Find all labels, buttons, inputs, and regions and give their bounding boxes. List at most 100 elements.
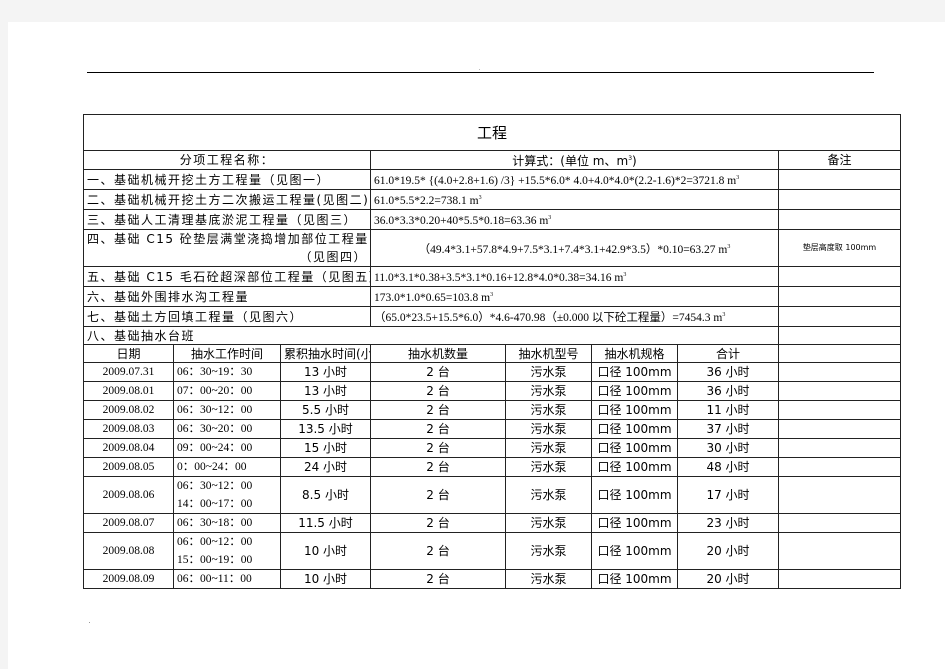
unit-superscript: 3: [490, 292, 494, 298]
pump-remark: [777, 476, 902, 514]
pump-remark: [777, 569, 902, 589]
pump-model: 污水泵: [505, 381, 592, 401]
quantity-item-row: 四、基础 C15 砼垫层满堂浇捣增加部位工程量 （见图四） （49.4*3.1+57…: [83, 229, 902, 267]
quantity-item-row: 六、基础外围排水沟工程量 173.0*1.0*0.65=103.8 m3: [83, 286, 902, 307]
time-range: 06：30~20：00: [177, 423, 253, 435]
pump-model: 污水泵: [505, 476, 592, 514]
pump-remark: [777, 513, 902, 533]
pump-column-header: 抽水工作时间: [173, 344, 281, 363]
pump-total-hours: 11 小时: [677, 400, 779, 420]
time-range: 06：30~12：00: [177, 404, 253, 416]
pump-work-time: 06：30~12：00 14：00~17：00: [173, 476, 281, 514]
pump-column-header: 合计: [677, 344, 779, 363]
pump-remark: [777, 381, 902, 401]
item-remark: [777, 209, 902, 230]
pump-date: 2009.08.04: [83, 438, 174, 458]
item-formula: 36.0*3.3*0.20+40*5.5*0.18=63.36 m3: [370, 209, 779, 230]
pump-cumulative-hours: 8.5 小时: [280, 476, 371, 514]
item-formula: 61.0*5.5*2.2=738.1 m3: [370, 189, 779, 210]
pump-work-time: 0：00~24：00: [173, 457, 281, 477]
pump-remark: [777, 419, 902, 439]
unit-superscript: 3: [736, 175, 740, 181]
item-name-line1: 四、基础 C15 砼垫层满堂浇捣增加部位工程量: [87, 232, 369, 246]
pump-column-header: 抽水机数量: [370, 344, 506, 363]
pump-count: 2 台: [370, 362, 506, 382]
pump-date: 2009.08.09: [83, 569, 174, 589]
quantity-item-row: 七、基础土方回填工程量（见图六） （65.0*23.5+15.5*6.0）*4.6…: [83, 306, 902, 327]
pump-log-row: 2009.08.02 06：30~12：00 5.5 小时 2 台污水泵 口径 100m…: [83, 400, 902, 420]
pump-spec: 口径 100mm: [591, 513, 678, 533]
time-range: 09：00~24：00: [177, 442, 253, 454]
formula-text: （49.4*3.1+57.8*4.9+7.5*3.1+7.4*3.1+42.9*…: [418, 243, 728, 256]
pump-cumulative-hours: 13 小时: [280, 362, 371, 382]
pump-cumulative-hours: 15 小时: [280, 438, 371, 458]
pump-log-row: 2009.08.07 06：30~18：00 11.5 小时 2 台污水泵 口径 100…: [83, 513, 902, 533]
pump-count: 2 台: [370, 532, 506, 570]
pump-log-row: 2009.08.09 06：00~11：00 10 小时 2 台污水泵 口径 100mm…: [83, 569, 902, 589]
pump-count: 2 台: [370, 381, 506, 401]
pump-total-hours: 48 小时: [677, 457, 779, 477]
pump-spec: 口径 100mm: [591, 457, 678, 477]
title-row: 工程: [82, 114, 902, 151]
pump-count: 2 台: [370, 457, 506, 477]
item-name: 六、基础外围排水沟工程量: [83, 286, 371, 307]
time-range: 0：00~24：00: [177, 461, 247, 473]
pump-column-header: 日期: [83, 344, 174, 363]
pump-total-hours: 36 小时: [677, 362, 779, 382]
item-formula: 11.0*3.1*0.38+3.5*3.1*0.16+12.8*4.0*0.38…: [370, 266, 779, 287]
pump-count: 2 台: [370, 569, 506, 589]
pump-total-hours: 30 小时: [677, 438, 779, 458]
formula-text: 11.0*3.1*0.38+3.5*3.1*0.16+12.8*4.0*0.38…: [374, 272, 624, 284]
unit-superscript: 3: [722, 312, 726, 318]
item-name: 二、基础机械开挖土方二次搬运工程量(见图二): [83, 189, 371, 210]
formula-text: 61.0*19.5* {(4.0+2.8+1.6) /3} +15.5*6.0*…: [374, 175, 737, 187]
item-formula: 61.0*19.5* {(4.0+2.8+1.6) /3} +15.5*6.0*…: [370, 169, 779, 190]
pump-work-time: 06：30~20：00: [173, 419, 281, 439]
formula-text: 173.0*1.0*0.65=103.8 m: [374, 292, 491, 304]
pump-work-time: 06：30~12：00: [173, 400, 281, 420]
pump-spec: 口径 100mm: [591, 362, 678, 382]
pump-total-hours: 17 小时: [677, 476, 779, 514]
item-formula: 173.0*1.0*0.65=103.8 m3: [370, 286, 779, 307]
column-header-row: 分项工程名称： 计算式：(单位 m、m3) 备注: [83, 150, 902, 170]
quantity-item-row: 二、基础机械开挖土方二次搬运工程量(见图二) 61.0*5.5*2.2=738.1…: [83, 189, 902, 210]
pump-log-row: 2009.08.03 06：30~20：00 13.5 小时 2 台污水泵 口径 100…: [83, 419, 902, 439]
pump-log-row: 2009.08.04 09：00~24：00 15 小时 2 台污水泵 口径 100mm…: [83, 438, 902, 458]
pump-spec: 口径 100mm: [591, 438, 678, 458]
item-remark: [777, 189, 902, 210]
pump-remark: [777, 362, 902, 382]
pump-remark: [777, 532, 902, 570]
quantity-item-row: 一、基础机械开挖土方工程量（见图一） 61.0*19.5* {(4.0+2.8+1…: [83, 169, 902, 190]
pump-header-row: 日期抽水工作时间累积抽水时间(小时)抽水机数量抽水机型号抽水机规格合计: [83, 344, 902, 363]
formula-text: 36.0*3.3*0.20+40*5.5*0.18=63.36 m: [374, 215, 549, 227]
unit-superscript: 3: [548, 215, 552, 221]
time-range: 06：30~19：30: [177, 366, 253, 378]
pump-remark-header: [777, 344, 902, 363]
pump-count: 2 台: [370, 438, 506, 458]
pump-work-time: 06：00~11：00: [173, 569, 281, 589]
pump-total-hours: 23 小时: [677, 513, 779, 533]
pump-model: 污水泵: [505, 438, 592, 458]
pump-model: 污水泵: [505, 362, 592, 382]
header-formula: 计算式：(单位 m、m3): [370, 150, 779, 170]
pump-date: 2009.08.02: [83, 400, 174, 420]
item-remark: 垫层高度取 100mm: [777, 229, 902, 267]
item-remark: [777, 169, 902, 190]
pump-work-time: 07：00~20：00: [173, 381, 281, 401]
pump-model: 污水泵: [505, 400, 592, 420]
item-remark: [777, 266, 902, 287]
item-formula: （65.0*23.5+15.5*6.0）*4.6-470.98（±0.000 以…: [370, 306, 779, 327]
header-formula-text: 计算式：(单位 m、m3): [512, 154, 637, 168]
pump-date: 2009.08.01: [83, 381, 174, 401]
time-range: 06：00~11：00: [177, 573, 252, 585]
item-name: 七、基础土方回填工程量（见图六）: [83, 306, 371, 327]
pump-work-time: 06：00~12：00 15：00~19：00: [173, 532, 281, 570]
pump-date: 2009.08.06: [83, 476, 174, 514]
engineering-quantity-table: 工程 分项工程名称： 计算式：(单位 m、m3) 备注 一、基础机械开挖土方工程…: [82, 114, 902, 589]
pump-column-header: 抽水机规格: [591, 344, 678, 363]
pump-total-hours: 36 小时: [677, 381, 779, 401]
formula-text: 61.0*5.5*2.2=738.1 m: [374, 195, 479, 207]
pump-count: 2 台: [370, 419, 506, 439]
pump-model: 污水泵: [505, 569, 592, 589]
pump-log-row: 2009.08.08 06：00~12：00 15：00~19：00 10 小时 2 台…: [83, 532, 902, 570]
